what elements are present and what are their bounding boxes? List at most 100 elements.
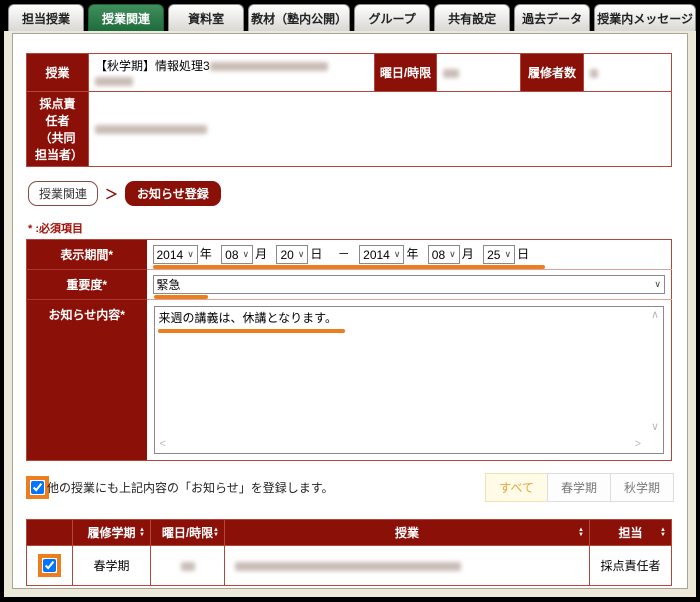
redacted-text [181, 562, 195, 571]
course-row-checkbox[interactable] [43, 559, 56, 572]
start-day-select[interactable]: 20∨ [276, 245, 308, 264]
table-header-row: 履修学期▲▼ 曜日/時限▲▼ 授業▲▼ 担当▲▼ [27, 520, 672, 546]
apply-other-courses-label: 他の授業にも上記内容の「お知らせ」を登録します。 [47, 479, 334, 496]
start-day-value: 20 [280, 248, 297, 262]
sort-icon[interactable]: ▲▼ [139, 528, 145, 538]
end-month-value: 08 [432, 248, 449, 262]
chevron-down-icon: ∨ [298, 249, 305, 260]
end-year-value: 2014 [363, 248, 394, 262]
sort-icon[interactable]: ▲▼ [660, 528, 666, 538]
month-unit: 月 [255, 247, 267, 261]
day-unit: 日 [517, 247, 529, 261]
tab-class-messages[interactable]: 授業内メッセージ [594, 4, 696, 31]
table-row: 春学期 採点責任者 [27, 546, 672, 586]
sort-icon[interactable]: ▲▼ [578, 528, 584, 538]
announcement-form: 表示期間* 2014∨年 08∨月 20∨日 － 2014∨年 08∨月 25∨… [26, 239, 672, 461]
row-day [151, 546, 225, 586]
day-period-label: 曜日/時限 [375, 54, 437, 92]
semester-column-header: 履修学期▲▼ [73, 520, 151, 546]
course-header-table: 授業 【秋学期】情報処理3 曜日/時限 履修者数 採点責任者（共同担当者） [26, 53, 672, 167]
end-day-value: 25 [487, 248, 504, 262]
row-checkbox-cell [27, 546, 73, 586]
redacted-text [210, 62, 328, 71]
tab-groups[interactable]: グループ [354, 4, 430, 31]
breadcrumb-parent[interactable]: 授業関連 [28, 181, 98, 206]
year-unit: 年 [406, 247, 418, 261]
sort-icon[interactable]: ▲▼ [213, 528, 219, 538]
start-month-value: 08 [225, 248, 242, 262]
chevron-down-icon: ∨ [654, 279, 661, 290]
day-unit: 日 [310, 247, 322, 261]
redacted-text [95, 125, 207, 134]
annotation-underline [153, 265, 545, 269]
filter-all-button[interactable]: すべて [485, 473, 548, 502]
scroll-up-icon[interactable]: ∧ [651, 310, 659, 321]
range-separator: － [338, 247, 350, 261]
filter-spring-button[interactable]: 春学期 [547, 473, 611, 502]
grader-value [89, 92, 672, 167]
course-name: 【秋学期】情報処理3 [95, 59, 210, 73]
month-unit: 月 [462, 247, 474, 261]
end-year-select[interactable]: 2014∨ [359, 245, 404, 264]
filter-fall-button[interactable]: 秋学期 [610, 473, 674, 502]
enrolled-value [584, 54, 672, 92]
grader-label: 採点責任者（共同担当者） [27, 92, 89, 167]
breadcrumb-current: お知らせ登録 [125, 181, 221, 206]
tab-past-data[interactable]: 過去データ [514, 4, 590, 31]
tab-library[interactable]: 資料室 [168, 4, 244, 31]
day-column-header: 曜日/時限▲▼ [151, 520, 225, 546]
tab-materials[interactable]: 教材（塾内公開） [248, 4, 350, 31]
tab-assigned-classes[interactable]: 担当授業 [8, 4, 84, 31]
chevron-down-icon: ∨ [243, 249, 250, 260]
redacted-text [443, 69, 459, 78]
enrolled-label: 履修者数 [521, 54, 584, 92]
start-month-select[interactable]: 08∨ [221, 245, 253, 264]
importance-label: 重要度* [27, 270, 147, 300]
other-courses-row: 他の授業にも上記内容の「お知らせ」を登録します。 すべて 春学期 秋学期 [26, 471, 674, 503]
required-fields-note: * :必須項目 [28, 220, 674, 236]
semester-filter-group: すべて 春学期 秋学期 [486, 473, 674, 502]
tab-class-related[interactable]: 授業関連 [88, 4, 164, 31]
chevron-down-icon: ∨ [394, 249, 401, 260]
chevron-down-icon: ∨ [449, 249, 456, 260]
tab-share-settings[interactable]: 共有設定 [434, 4, 510, 31]
main-frame: 授業 【秋学期】情報処理3 曜日/時限 履修者数 採点責任者（共同担当者） 授業… [4, 31, 696, 597]
breadcrumb-separator-icon: ＞ [105, 184, 118, 203]
content-panel: 授業 【秋学期】情報処理3 曜日/時限 履修者数 採点責任者（共同担当者） 授業… [12, 33, 688, 589]
redacted-text [235, 562, 461, 571]
scroll-down-icon[interactable]: ∨ [651, 422, 659, 433]
course-column-header: 授業▲▼ [225, 520, 590, 546]
chevron-down-icon: ∨ [504, 249, 511, 260]
apply-other-courses-checkbox[interactable] [31, 481, 44, 494]
importance-field: 緊急∨ [147, 270, 672, 300]
year-unit: 年 [200, 247, 212, 261]
course-value: 【秋学期】情報処理3 [89, 54, 375, 92]
start-year-select[interactable]: 2014∨ [153, 245, 198, 264]
period-label: 表示期間* [27, 240, 147, 270]
announcement-textarea[interactable]: 来週の講義は、休講となります。 ∧ ∨ < > [154, 306, 665, 454]
form-row-period: 表示期間* 2014∨年 08∨月 20∨日 － 2014∨年 08∨月 25∨… [27, 240, 672, 270]
scroll-right-icon[interactable]: > [635, 439, 641, 450]
annotation-box [38, 554, 61, 577]
table-row: 採点責任者（共同担当者） [27, 92, 672, 167]
end-day-select[interactable]: 25∨ [483, 245, 515, 264]
annotation-underline [158, 329, 345, 333]
course-label: 授業 [27, 54, 89, 92]
checkbox-column-header [27, 520, 73, 546]
annotation-underline [154, 295, 208, 299]
other-courses-table: 履修学期▲▼ 曜日/時限▲▼ 授業▲▼ 担当▲▼ 春学期 採点責任者 [26, 519, 672, 586]
end-month-select[interactable]: 08∨ [428, 245, 460, 264]
content-label: お知らせ内容* [27, 300, 147, 461]
form-row-importance: 重要度* 緊急∨ [27, 270, 672, 300]
breadcrumb: 授業関連 ＞ お知らせ登録 [28, 181, 674, 205]
tab-bar: 担当授業 授業関連 資料室 教材（塾内公開） グループ 共有設定 過去データ 授… [8, 4, 696, 31]
scroll-left-icon[interactable]: < [160, 439, 166, 450]
announcement-text: 来週の講義は、休講となります。 [155, 307, 341, 328]
charge-column-header: 担当▲▼ [590, 520, 672, 546]
importance-select[interactable]: 緊急∨ [153, 275, 666, 294]
content-field: 来週の講義は、休講となります。 ∧ ∨ < > [147, 300, 672, 461]
form-row-content: お知らせ内容* 来週の講義は、休講となります。 ∧ ∨ < > [27, 300, 672, 461]
row-charge: 採点責任者 [590, 546, 672, 586]
row-semester: 春学期 [73, 546, 151, 586]
day-period-value [437, 54, 521, 92]
